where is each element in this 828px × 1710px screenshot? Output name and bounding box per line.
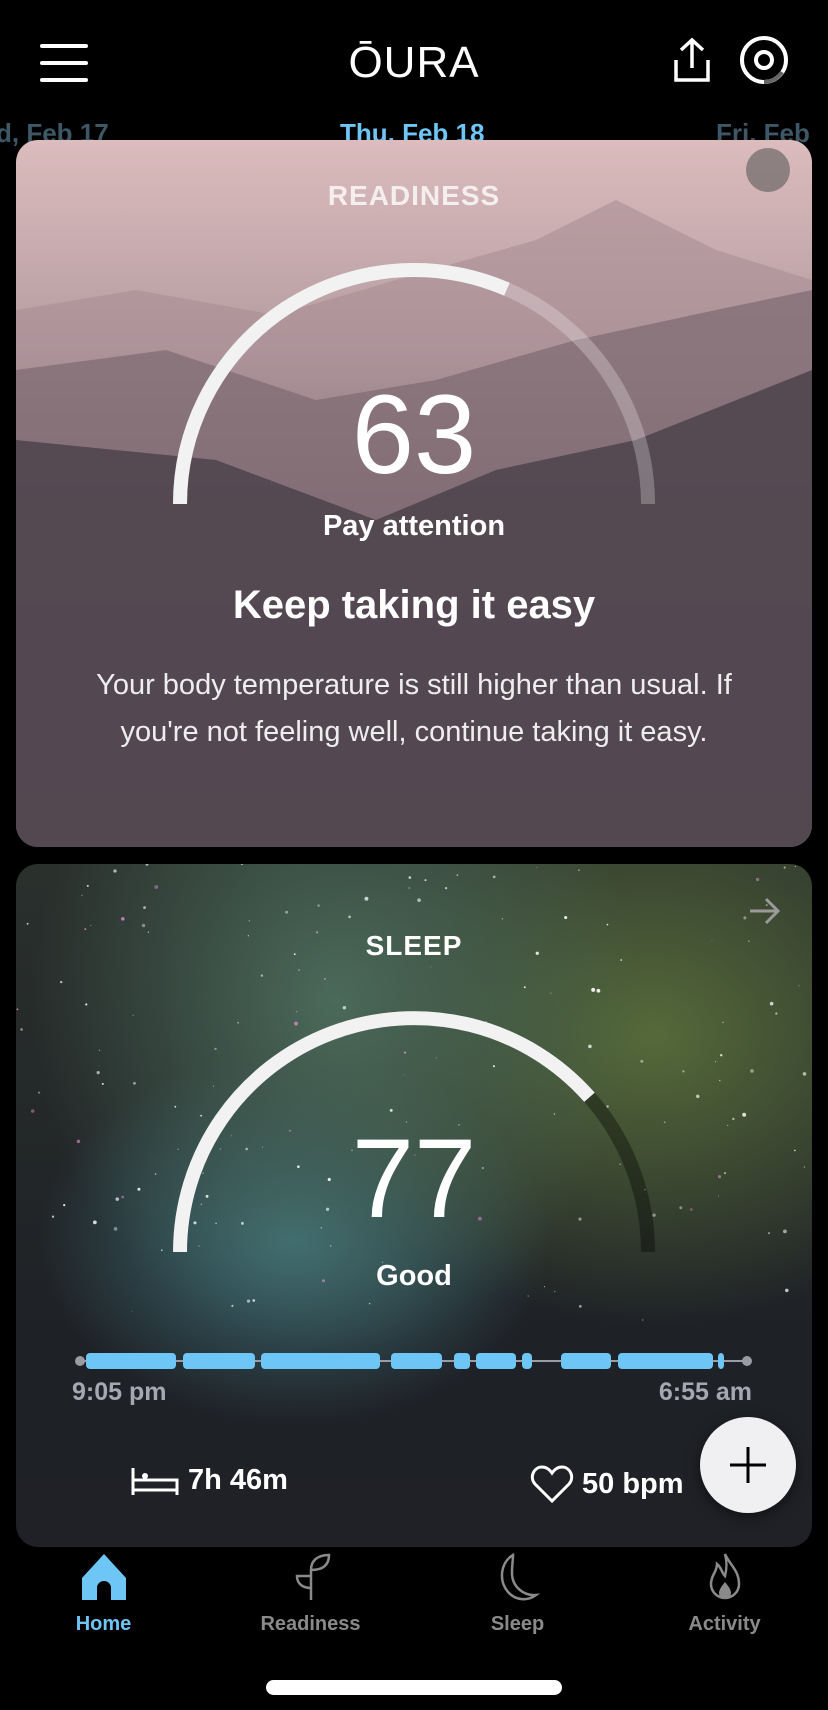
arrow-right-icon[interactable]: [748, 896, 782, 926]
sleep-title: SLEEP: [365, 930, 463, 961]
heart-rate-value: 50 bpm: [582, 1467, 684, 1500]
ring-status-icon[interactable]: [738, 34, 790, 86]
plus-icon: [730, 1447, 766, 1483]
sleep-score: 77: [351, 1116, 477, 1241]
sleep-duration-value: 7h 46m: [188, 1464, 288, 1496]
nav-activity[interactable]: Activity: [621, 1552, 828, 1636]
add-button[interactable]: [700, 1417, 796, 1513]
nav-label: Activity: [688, 1613, 761, 1635]
nav-readiness[interactable]: Readiness: [207, 1552, 414, 1636]
sleep-segment: [618, 1353, 713, 1369]
moon-icon: [500, 1552, 540, 1601]
home-icon: [81, 1554, 126, 1600]
timeline-end-dot: [742, 1356, 752, 1366]
readiness-label: Pay attention: [322, 510, 506, 542]
nav-label: Readiness: [260, 1613, 361, 1635]
readiness-body: Your body temperature is still higher th…: [96, 669, 732, 748]
resting-heart-rate: 50 bpm: [530, 1464, 684, 1504]
sleep-duration: 7h 46m: [130, 1464, 288, 1497]
nav-label: Home: [75, 1613, 132, 1635]
readiness-score: 63: [351, 372, 477, 497]
sleep-segment: [391, 1353, 442, 1369]
bed-icon: [131, 1467, 179, 1495]
sleep-segment: [86, 1353, 176, 1369]
readiness-headline: Keep taking it easy: [232, 583, 596, 627]
sleep-card[interactable]: SLEEP 77 Good 9:05 pm 6:55 am 7h 46m 50 …: [16, 864, 812, 1547]
nav-home[interactable]: Home: [0, 1552, 207, 1636]
sleep-timeline: [75, 1353, 752, 1369]
nav-sleep[interactable]: Sleep: [414, 1552, 621, 1636]
sleep-segment: [718, 1353, 724, 1369]
sleep-segment: [261, 1353, 380, 1369]
sleep-segment: [561, 1353, 611, 1369]
sleep-start-time: 9:05 pm: [72, 1378, 167, 1406]
sleep-segment: [476, 1353, 516, 1369]
readiness-card[interactable]: READINESS 63 Pay attention Keep taking i…: [16, 140, 812, 847]
sleep-segment: [522, 1353, 532, 1369]
sprout-icon: [295, 1553, 330, 1600]
timeline-start-dot: [75, 1356, 85, 1366]
readiness-title: READINESS: [327, 180, 501, 211]
sleep-segment: [183, 1353, 255, 1369]
sleep-label: Good: [376, 1260, 452, 1292]
heart-icon: [530, 1465, 574, 1504]
home-indicator: [266, 1680, 562, 1695]
sleep-end-time: 6:55 am: [658, 1378, 752, 1406]
nav-label: Sleep: [490, 1613, 545, 1635]
share-icon[interactable]: [668, 36, 716, 84]
flame-icon: [709, 1553, 740, 1600]
sleep-segment: [454, 1353, 470, 1369]
